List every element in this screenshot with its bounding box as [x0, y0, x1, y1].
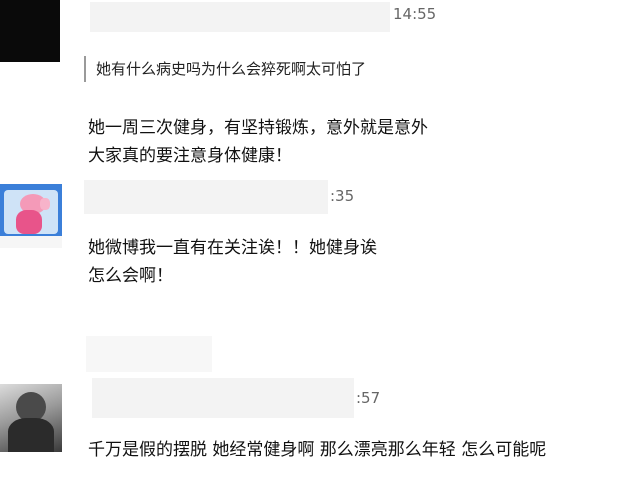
username[interactable]	[84, 180, 328, 214]
comment-line: 大家真的要注意身体健康！	[88, 146, 292, 166]
comment-line: 她微博我一直有在关注诶！！她健身诶	[88, 238, 377, 258]
username[interactable]	[90, 2, 390, 32]
avatar[interactable]	[0, 384, 62, 452]
timestamp: :57	[356, 389, 381, 407]
timestamp: 14:55	[393, 5, 437, 23]
comment-line: 怎么会啊！	[88, 266, 173, 286]
avatar[interactable]	[0, 0, 60, 62]
comment-line: 她一周三次健身，有坚持锻炼，意外就是意外	[88, 118, 428, 138]
quoted-reply-text: 她有什么病史吗为什么会猝死啊太可怕了	[96, 60, 367, 78]
timestamp: :35	[330, 187, 355, 205]
comment-text: 她微博我一直有在关注诶！！她健身诶 怎么会啊！	[88, 234, 377, 290]
username[interactable]	[92, 378, 354, 418]
comment-text: 千万是假的摆脱 她经常健身啊 那么漂亮那么年轻 怎么可能呢	[88, 436, 546, 464]
comment-text: 她一周三次健身，有坚持锻炼，意外就是意外 大家真的要注意身体健康！	[88, 114, 428, 170]
quoted-reply: 她有什么病史吗为什么会猝死啊太可怕了	[84, 56, 366, 82]
avatar[interactable]	[0, 184, 62, 248]
comment-line: 千万是假的摆脱 她经常健身啊 那么漂亮那么年轻 怎么可能呢	[88, 440, 547, 460]
blurred-region	[86, 336, 212, 372]
